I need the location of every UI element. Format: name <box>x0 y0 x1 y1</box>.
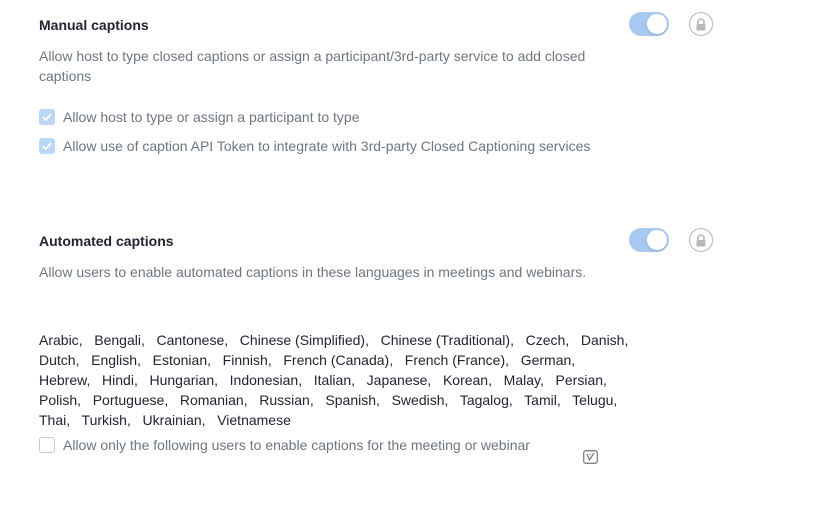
language-item: French (Canada) <box>283 352 390 368</box>
toggle-knob <box>647 14 667 34</box>
language-item: Malay <box>503 372 540 388</box>
automated-captions-toggle[interactable] <box>629 228 669 252</box>
manual-captions-section: Manual captions Allow host to type close… <box>39 16 719 86</box>
language-item: Korean <box>442 372 489 388</box>
language-item: German <box>520 352 572 368</box>
language-item: Tamil <box>524 392 557 408</box>
manual-captions-lock-button[interactable] <box>689 12 713 36</box>
language-item: Arabic <box>39 332 79 348</box>
host-type-label: Allow host to type or assign a participa… <box>63 109 360 125</box>
api-token-checkbox[interactable] <box>39 138 55 154</box>
language-item: Chinese (Simplified) <box>239 332 366 348</box>
language-item: Polish <box>39 392 78 408</box>
automated-captions-description: Allow users to enable automated captions… <box>39 264 587 280</box>
host-type-checkbox[interactable] <box>39 109 55 125</box>
manual-option-host-type[interactable]: Allow host to type or assign a participa… <box>39 107 603 127</box>
manual-option-api-token[interactable]: Allow use of caption API Token to integr… <box>39 136 603 156</box>
manual-captions-title: Manual captions <box>39 17 149 33</box>
language-item: Turkish <box>81 412 127 428</box>
language-list: Arabic, Bengali, Cantonese, Chinese (Sim… <box>39 332 637 428</box>
language-item: Dutch <box>39 352 76 368</box>
language-item: Telugu <box>572 392 614 408</box>
language-item: Romanian <box>179 392 244 408</box>
language-item: Estonian <box>152 352 208 368</box>
lock-icon <box>696 233 706 246</box>
language-item: Swedish <box>391 392 445 408</box>
language-item: Persian <box>555 372 604 388</box>
lock-icon <box>696 17 706 30</box>
restrict-users-label: Allow only the following users to enable… <box>63 437 530 453</box>
manual-captions-description: Allow host to type closed captions or as… <box>39 48 586 84</box>
language-item: Thai <box>39 412 67 428</box>
restrict-users-option[interactable]: Allow only the following users to enable… <box>39 435 533 455</box>
language-item: Hebrew <box>39 372 87 388</box>
language-item: Indonesian <box>229 372 299 388</box>
checkmark-icon <box>42 113 52 121</box>
checkmark-icon <box>42 142 52 150</box>
manual-captions-toggle[interactable] <box>629 12 669 36</box>
toggle-knob <box>647 230 667 250</box>
language-item: Tagalog <box>459 392 509 408</box>
language-item: Chinese (Traditional) <box>380 332 511 348</box>
language-item: Portuguese <box>92 392 165 408</box>
language-item: Bengali <box>94 332 141 348</box>
language-item: Hungarian <box>149 372 215 388</box>
automated-captions-lock-button[interactable] <box>689 228 713 252</box>
language-item: Vietnamese <box>217 412 291 428</box>
language-item: Ukrainian <box>142 412 202 428</box>
language-item: Danish <box>580 332 625 348</box>
restrict-users-checkbox[interactable] <box>39 437 55 453</box>
language-item: Hindi <box>102 372 134 388</box>
automated-captions-section: Automated captions Allow users to enable… <box>39 232 719 282</box>
language-item: Czech <box>525 332 566 348</box>
edit-info-icon[interactable] <box>583 450 598 464</box>
language-item: Italian <box>313 372 352 388</box>
language-item: French (France) <box>404 352 506 368</box>
language-item: Russian <box>259 392 310 408</box>
language-item: English <box>91 352 138 368</box>
language-item: Cantonese <box>156 332 225 348</box>
language-item: Japanese <box>366 372 428 388</box>
language-item: Finnish <box>222 352 268 368</box>
language-item: Spanish <box>325 392 377 408</box>
automated-captions-title: Automated captions <box>39 233 174 249</box>
api-token-label: Allow use of caption API Token to integr… <box>63 138 591 154</box>
